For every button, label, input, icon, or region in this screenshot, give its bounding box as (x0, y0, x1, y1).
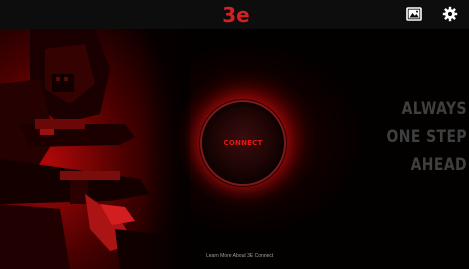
tagline-line-one-step: ONE STEP (386, 127, 467, 147)
tagline: ALWAYS ONE STEP AHEAD (347, 95, 467, 179)
tagline-line-always: ALWAYS (401, 99, 467, 119)
soldier-hero-image (0, 29, 190, 269)
connect-label: CONNECT (223, 139, 263, 147)
connect-button[interactable]: CONNECT (200, 100, 286, 186)
settings-icon[interactable] (442, 6, 458, 22)
main-content: CONNECT ALWAYS ONE STEP AHEAD Learn More… (0, 29, 469, 269)
brand-logo: 3e (222, 4, 249, 26)
brand-logo-text: 3e (222, 4, 249, 26)
tagline-line-ahead: AHEAD (410, 155, 467, 175)
app-window: 3e CONNECT ALWAYS ONE STEP AHEAD Learn M… (0, 0, 469, 269)
gallery-icon[interactable] (406, 6, 422, 22)
learn-more-link[interactable]: Learn More About 3E Connect (206, 253, 273, 259)
top-bar: 3e (0, 0, 469, 29)
